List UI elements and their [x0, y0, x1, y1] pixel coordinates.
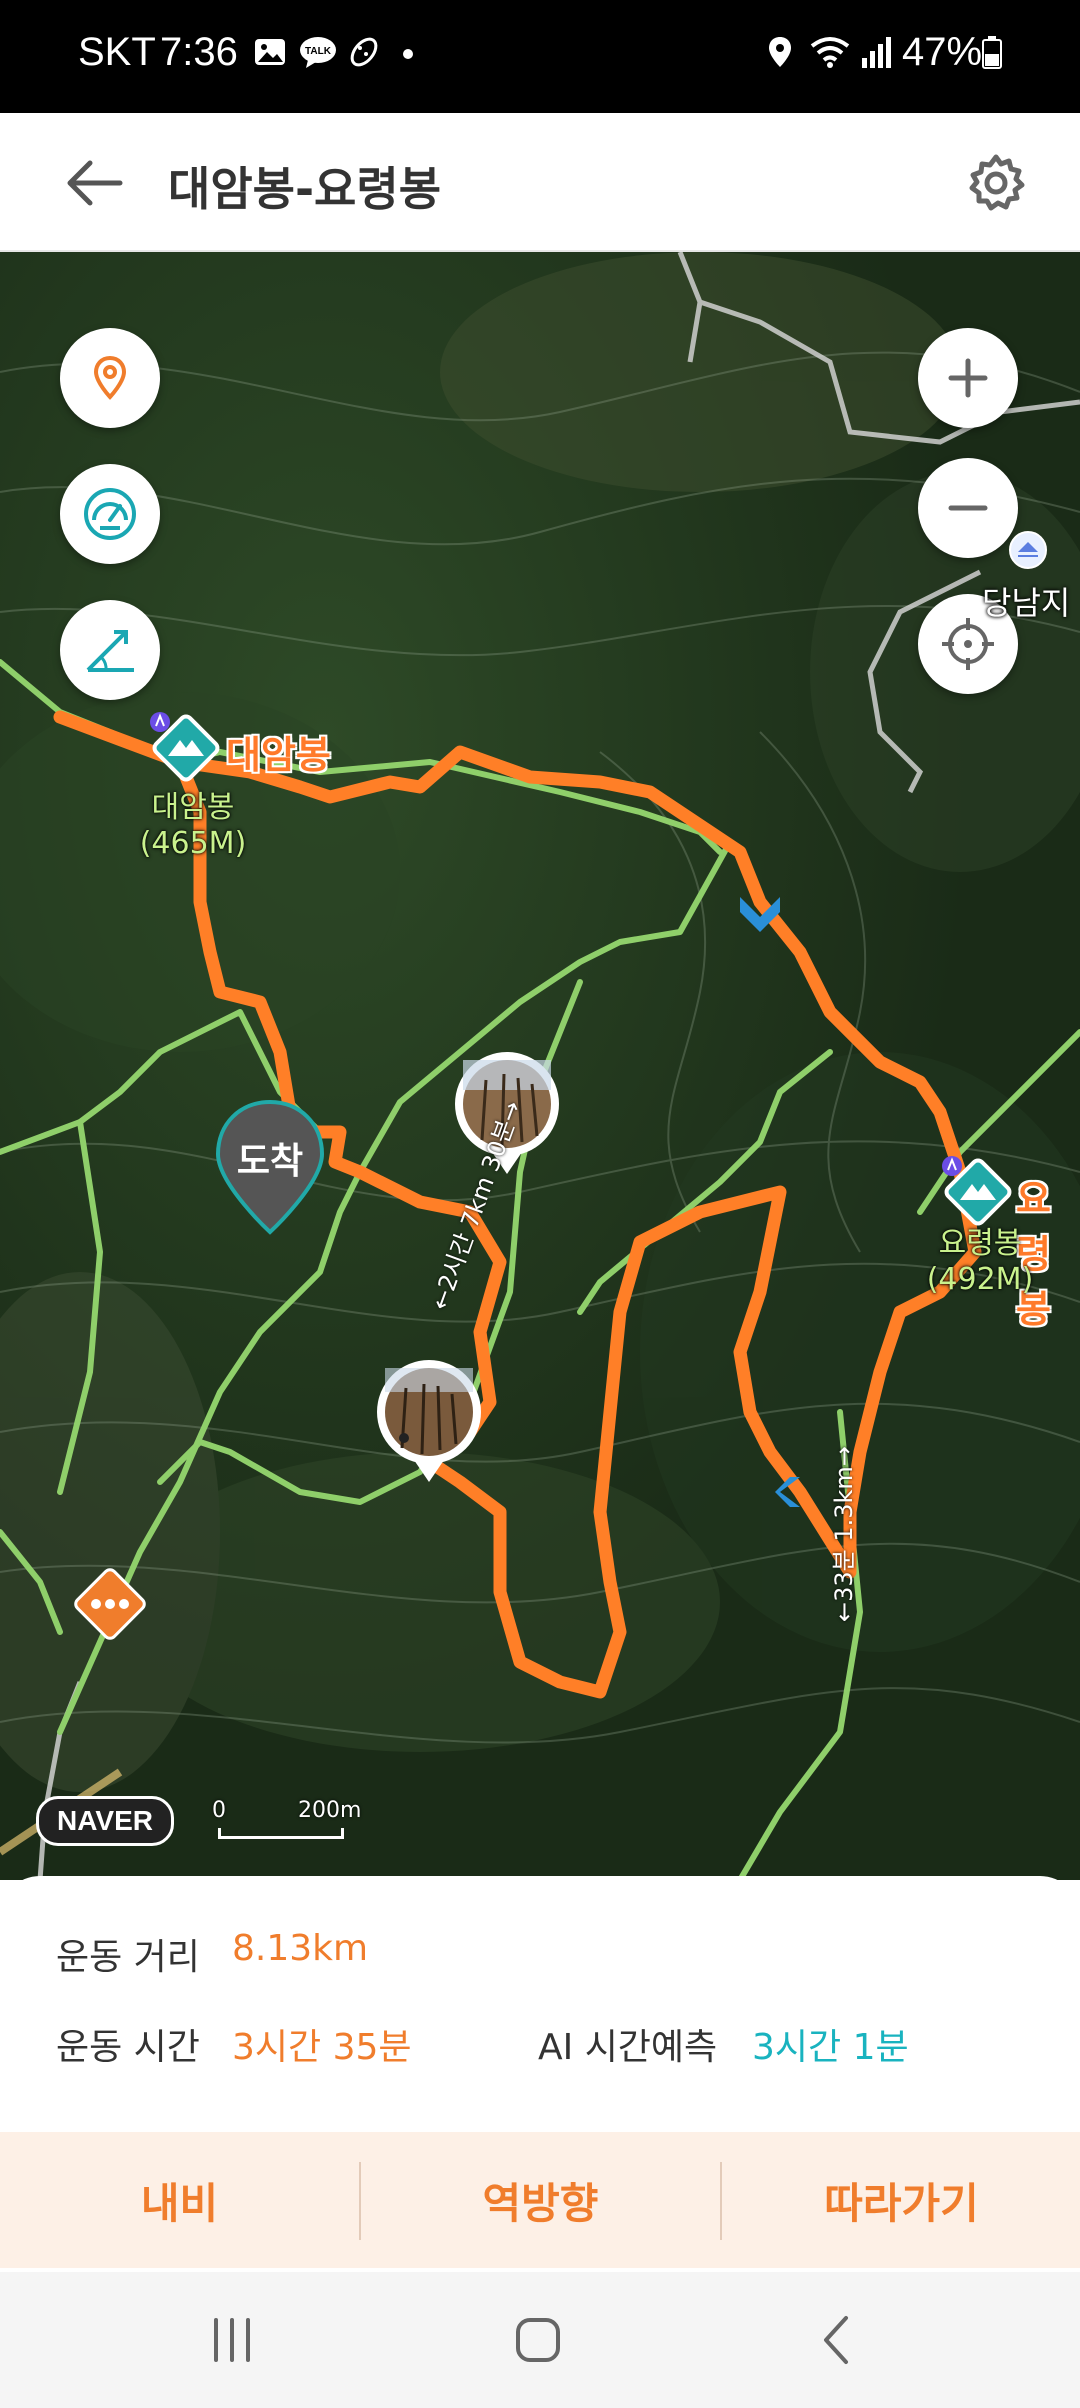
action-bar: 내비 역방향 따라가기: [0, 2132, 1080, 2268]
reverse-button[interactable]: 역방향: [361, 2132, 720, 2268]
scale-bar: 0 200m: [210, 1798, 370, 1844]
speedometer-icon: [84, 488, 136, 540]
place-label: 당남지: [982, 584, 1071, 622]
dot-icon: [403, 49, 413, 59]
battery-percent: 47%: [902, 30, 983, 74]
page-title: 대암봉-요령봉: [168, 162, 442, 216]
talk-icon: TALK: [300, 37, 336, 68]
shoe-icon: [350, 37, 378, 67]
clock: 7:36: [160, 30, 238, 74]
battery-icon: [982, 36, 1002, 69]
naver-logo-text: NAVER: [57, 1805, 153, 1836]
peak-label: 대암봉: [226, 733, 331, 777]
zoom-in-icon: [948, 358, 988, 398]
more-options-marker-icon[interactable]: [68, 1562, 152, 1646]
system-nav-bar: [0, 2272, 1080, 2408]
ai-time-value: 3시간 1분: [752, 2027, 909, 2068]
gear-icon[interactable]: [964, 151, 1028, 215]
zoom-in-button[interactable]: [918, 328, 1018, 428]
wifi-icon: [810, 37, 850, 68]
location-pin-icon: [93, 355, 127, 400]
zoom-out-button[interactable]: [918, 458, 1018, 558]
carrier-label: SKT: [78, 30, 156, 74]
scale-distance: 200m: [298, 1798, 362, 1823]
speedometer-button[interactable]: [60, 464, 160, 564]
navigate-button[interactable]: 내비: [0, 2132, 359, 2268]
waypoint-badge-icon: [942, 1156, 962, 1176]
gallery-icon: [255, 39, 285, 65]
slope-icon: [86, 630, 134, 672]
arrival-label: 도착: [236, 1141, 304, 1182]
peak-name: 대암봉 (465M): [138, 790, 248, 862]
peak-name-text: 요령봉: [938, 1226, 1022, 1261]
back-icon[interactable]: [806, 2308, 870, 2372]
zoom-out-icon: [948, 505, 988, 511]
signal-icon: [862, 37, 891, 68]
photo-thumbnail-icon: [377, 1360, 481, 1482]
scale-zero: 0: [212, 1798, 226, 1823]
peak-name-text: 대암봉: [151, 790, 235, 825]
location-icon: [769, 37, 791, 67]
peak-elevation: (492M): [926, 1262, 1034, 1297]
time-value: 3시간 35분: [232, 2027, 412, 2068]
reservoir-icon: [1009, 531, 1047, 569]
trail-time-label: ←33분 1.3km→: [830, 1446, 858, 1622]
svg-text:TALK: TALK: [305, 46, 332, 57]
ai-time-label: AI 시간예측: [538, 2027, 718, 2068]
peak-elevation: (465M): [139, 826, 247, 861]
arrow-left-icon[interactable]: [60, 153, 130, 213]
arrival-marker[interactable]: 도착: [212, 1098, 328, 1238]
recents-icon[interactable]: [200, 2310, 264, 2370]
stats-panel: 운동 거리 8.13km 운동 시간 3시간 35분 AI 시간예측 3시간 1…: [0, 1876, 1080, 2134]
naver-logo: NAVER: [36, 1796, 174, 1846]
waypoint-badge-icon: [150, 712, 170, 732]
app-header: 대암봉-요령봉: [0, 113, 1080, 252]
home-icon[interactable]: [506, 2308, 570, 2372]
time-label: 운동 시간: [56, 2027, 200, 2068]
scale-line: [218, 1828, 344, 1839]
follow-button[interactable]: 따라가기: [722, 2132, 1080, 2268]
distance-label: 운동 거리: [56, 1937, 200, 1978]
peak-name: 요령봉 (492M): [920, 1226, 1040, 1298]
distance-value: 8.13km: [232, 1928, 369, 1969]
photo-marker[interactable]: [374, 1358, 484, 1484]
trail-map[interactable]: 당남지 대암봉 대암봉 (465M) 요령봉 요령봉 (492M) 도착 ←2시…: [0, 252, 1080, 1880]
status-bar: SKT 7:36 TALK 47%: [0, 0, 1080, 113]
slope-button[interactable]: [60, 600, 160, 700]
location-pin-button[interactable]: [60, 328, 160, 428]
